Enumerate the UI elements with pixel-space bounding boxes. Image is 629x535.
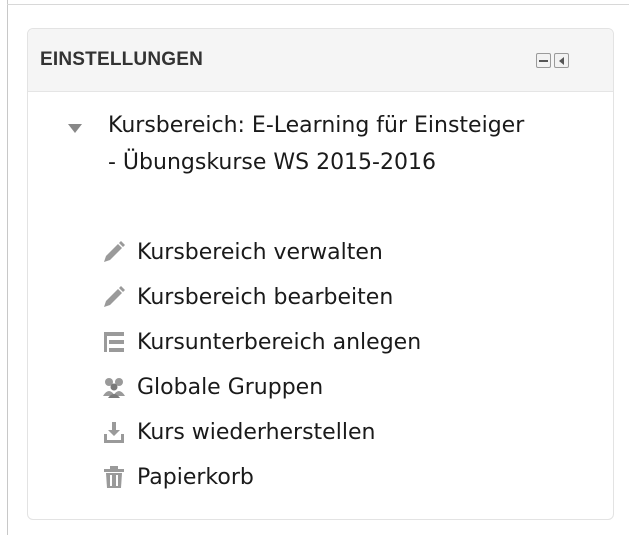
menu-item-label: Kurs wiederherstellen [137,419,376,445]
menu-item-label: Papierkorb [137,464,254,490]
page-edge-left [7,0,8,535]
menu-item-label: Globale Gruppen [137,374,324,400]
pencil-icon [101,284,127,310]
chevron-left-icon [559,57,564,65]
pencil-icon [101,239,127,265]
tree-root-label[interactable]: Kursbereich: E-Learning für Einsteiger -… [108,107,538,181]
restore-icon [101,419,127,445]
hide-block-button[interactable] [536,53,551,68]
page-edge-top [7,4,629,5]
menu-item-add-subcategory[interactable]: Kursunterbereich anlegen [101,327,421,357]
menu-item-recycle-bin[interactable]: Papierkorb [101,462,254,492]
dock-block-button[interactable] [554,53,569,68]
block-header: EINSTELLUNGEN [28,29,613,92]
block-title: EINSTELLUNGEN [40,49,204,70]
menu-item-label: Kursbereich verwalten [137,239,383,265]
menu-item-manage-category[interactable]: Kursbereich verwalten [101,237,383,267]
menu-item-cohorts[interactable]: Globale Gruppen [101,372,323,402]
minus-icon [539,60,548,62]
settings-block: EINSTELLUNGEN Kursbereich: E-Learning fü… [27,28,614,520]
menu-item-edit-category[interactable]: Kursbereich bearbeiten [101,282,393,312]
caret-down-icon[interactable] [68,124,82,133]
menu-item-label: Kursunterbereich anlegen [137,329,422,355]
subcategory-icon [101,329,127,355]
trash-icon [101,464,127,490]
menu-item-label: Kursbereich bearbeiten [137,284,394,310]
cohort-icon [101,374,127,400]
menu-item-restore-course[interactable]: Kurs wiederherstellen [101,417,375,447]
